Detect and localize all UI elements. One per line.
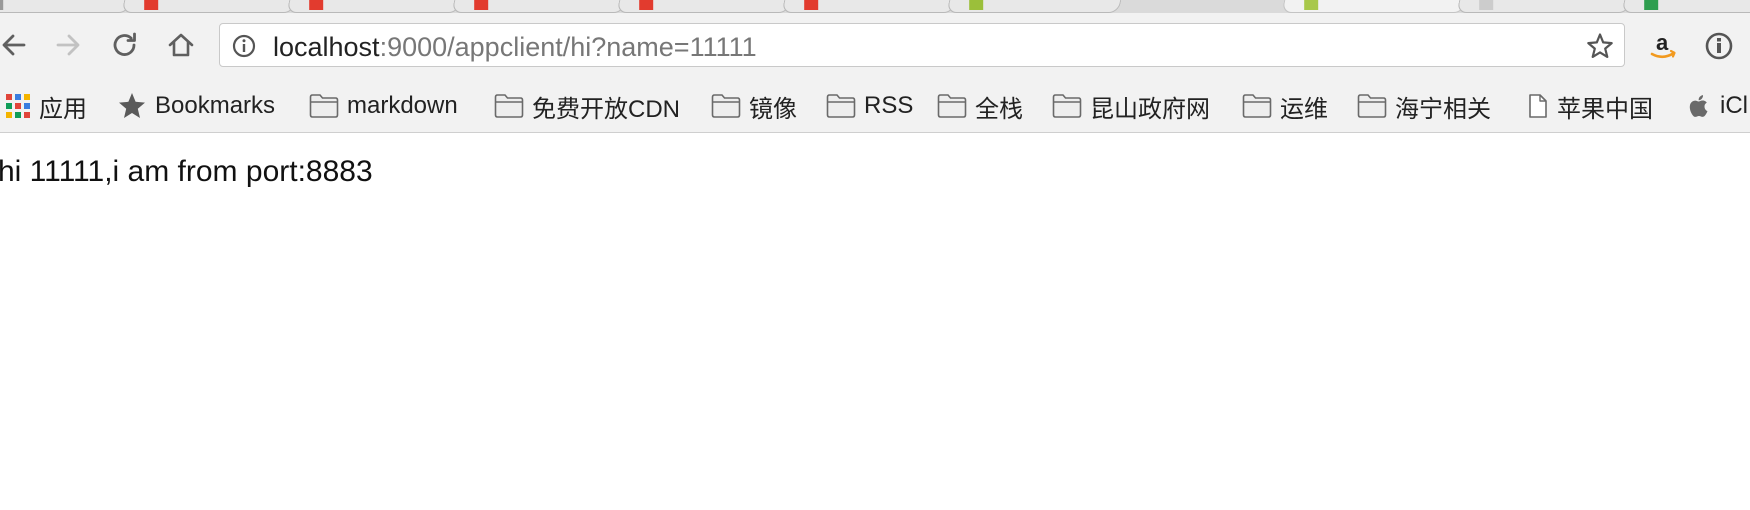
svg-text:a: a — [1656, 30, 1669, 55]
tab-favicon-icon — [1304, 0, 1319, 10]
bookmark-icloud[interactable]: iCl — [1688, 90, 1748, 122]
url-text[interactable]: localhost:9000/appclient/hi?name=11111 — [273, 33, 757, 61]
bookmark-label: markdown — [347, 92, 458, 119]
arrow-right-icon — [56, 34, 80, 56]
bookmark-folder-markdown[interactable]: markdown — [309, 90, 458, 122]
browser-tab[interactable] — [781, 0, 961, 13]
tab-favicon-icon — [1479, 0, 1494, 10]
star-outline-icon[interactable] — [1586, 32, 1614, 60]
bookmark-folder-fullstack[interactable]: 全栈 — [937, 90, 1023, 123]
reload-button[interactable] — [107, 27, 143, 63]
apps-grid-icon — [6, 94, 30, 118]
folder-icon — [711, 94, 741, 118]
info-circle-icon[interactable] — [232, 34, 256, 58]
browser-tab[interactable] — [121, 0, 301, 13]
browser-tab[interactable] — [616, 0, 796, 13]
bookmark-folder-kunshan[interactable]: 昆山政府网 — [1052, 90, 1210, 123]
forward-button[interactable] — [50, 27, 86, 63]
bookmark-label: 运维 — [1280, 95, 1328, 123]
bookmark-folder-mirror[interactable]: 镜像 — [711, 90, 797, 123]
home-icon — [168, 33, 194, 57]
browser-tab[interactable] — [286, 0, 466, 13]
bookmarks-bar: 应用 Bookmarks markdown 免费开放CDN 镜像 RSS 全栈 … — [0, 80, 1750, 133]
bookmark-folder-cdn[interactable]: 免费开放CDN — [494, 90, 680, 123]
bookmark-label: 镜像 — [749, 95, 797, 123]
bookmark-folder-ops[interactable]: 运维 — [1242, 90, 1328, 123]
tab-strip — [0, 0, 1750, 13]
bookmark-label: Bookmarks — [155, 92, 276, 119]
tab-favicon-icon — [804, 0, 819, 10]
bookmark-label: 免费开放CDN — [532, 95, 680, 123]
bookmark-label: iCl — [1720, 92, 1748, 119]
bookmark-label: 全栈 — [975, 95, 1023, 123]
url-path: :9000/appclient/hi?name=11111 — [379, 32, 757, 62]
folder-icon — [309, 94, 339, 118]
bookmark-label: RSS — [864, 92, 914, 119]
response-message: hi 11111,i am from port:8883 — [0, 155, 373, 188]
bookmark-bookmarks[interactable]: Bookmarks — [117, 90, 275, 122]
browser-tab[interactable] — [1621, 0, 1750, 13]
arrow-left-icon — [2, 34, 26, 56]
apple-icon — [1689, 95, 1708, 117]
browser-tab[interactable] — [946, 0, 1126, 13]
tab-favicon-icon — [474, 0, 489, 10]
back-button[interactable] — [0, 27, 32, 63]
page-icon — [1529, 94, 1547, 118]
browser-tab[interactable] — [0, 0, 136, 13]
amazon-extension-button[interactable]: a — [1646, 29, 1680, 63]
bookmark-label: 昆山政府网 — [1090, 95, 1210, 123]
bookmark-label: 苹果中国 — [1557, 95, 1653, 123]
tab-favicon-icon — [969, 0, 984, 10]
reload-icon — [113, 32, 136, 56]
browser-tab[interactable] — [451, 0, 631, 13]
home-button[interactable] — [163, 27, 199, 63]
folder-icon — [1052, 94, 1082, 118]
folder-icon — [1357, 94, 1387, 118]
folder-icon — [826, 94, 856, 118]
info-icon — [1705, 32, 1733, 60]
star-icon — [119, 93, 145, 118]
folder-icon — [937, 94, 967, 118]
amazon-icon: a — [1650, 30, 1676, 59]
url-host: localhost — [273, 32, 380, 62]
bookmark-label: 应用 — [39, 95, 87, 123]
tab-favicon-icon — [309, 0, 324, 10]
page-content: hi 11111,i am from port:8883 — [0, 133, 1750, 510]
bookmark-label: 海宁相关 — [1395, 95, 1491, 123]
bookmark-apps[interactable]: 应用 — [5, 90, 87, 123]
address-bar[interactable]: localhost:9000/appclient/hi?name=11111 — [219, 23, 1625, 67]
tab-favicon-icon — [144, 0, 159, 10]
browser-toolbar: localhost:9000/appclient/hi?name=11111 a — [0, 13, 1750, 80]
info-extension-button[interactable] — [1702, 29, 1736, 63]
tab-favicon-icon — [0, 0, 4, 10]
browser-tab[interactable] — [1456, 0, 1636, 13]
bookmark-folder-haining[interactable]: 海宁相关 — [1357, 90, 1491, 123]
folder-icon — [1242, 94, 1272, 118]
bookmark-apple-china[interactable]: 苹果中国 — [1527, 90, 1653, 123]
tab-favicon-icon — [1644, 0, 1659, 10]
bookmark-folder-rss[interactable]: RSS — [826, 90, 913, 122]
folder-icon — [494, 94, 524, 118]
tab-favicon-icon — [639, 0, 654, 10]
browser-tab-active[interactable] — [1281, 0, 1471, 13]
